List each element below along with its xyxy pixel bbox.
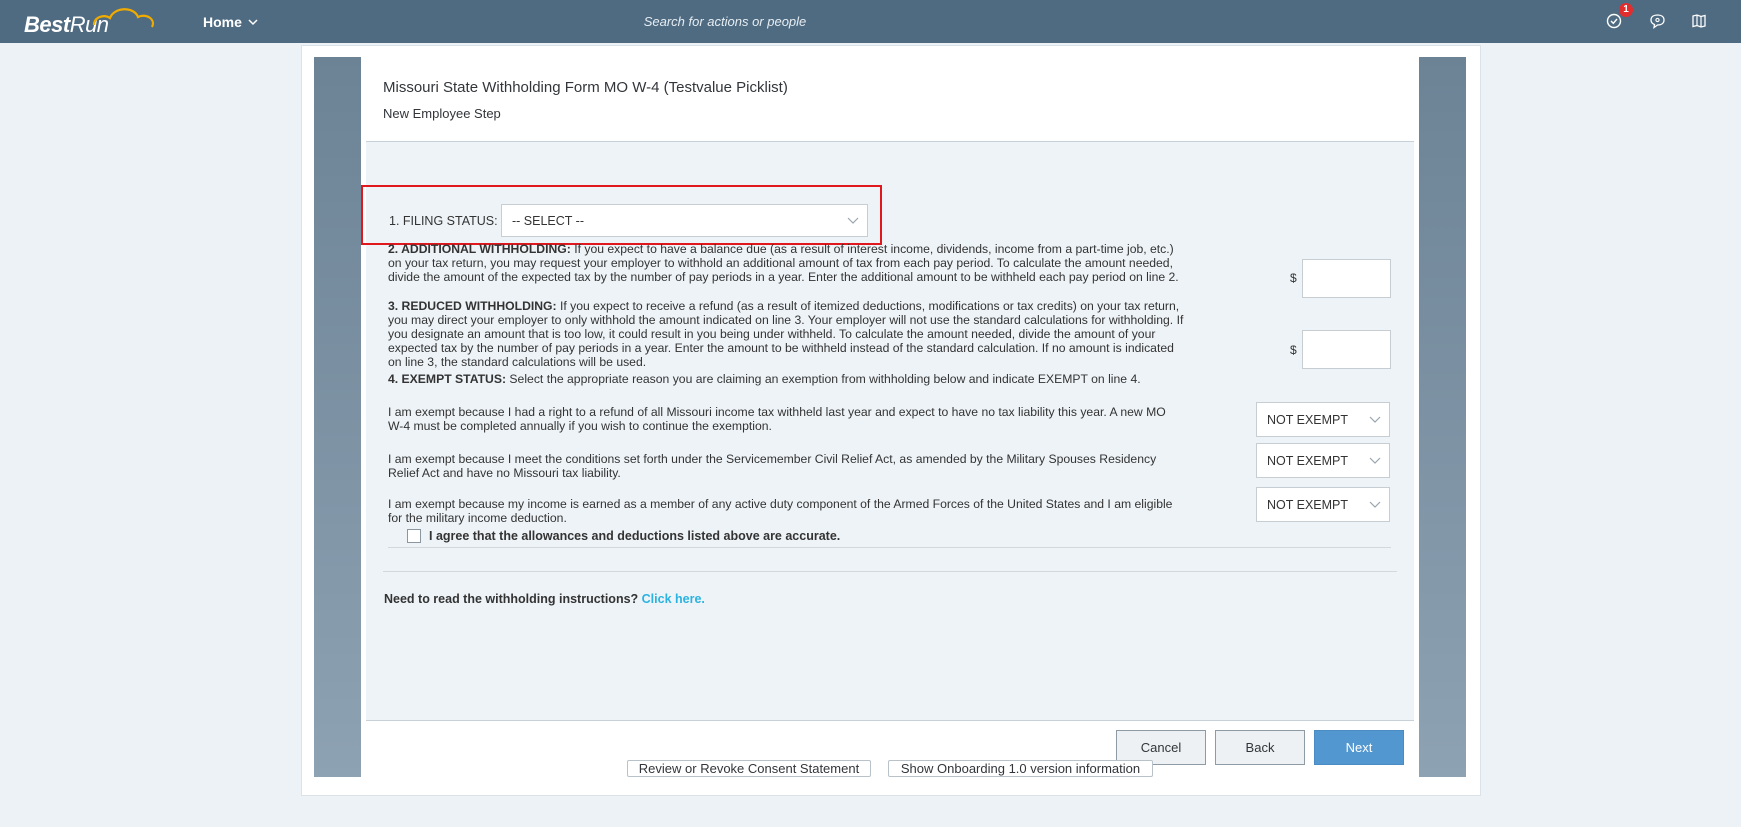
exemption-1-select[interactable]: NOT EXEMPT xyxy=(1256,402,1390,437)
instructions-question: Need to read the withholding instruction… xyxy=(384,592,639,606)
divider xyxy=(366,720,1414,721)
search-input[interactable]: Search for actions or people xyxy=(600,8,850,34)
home-menu[interactable]: Home xyxy=(203,11,258,33)
divider xyxy=(383,571,1397,572)
exemption-2-select[interactable]: NOT EXEMPT xyxy=(1256,443,1390,478)
filing-status-select[interactable]: -- SELECT -- xyxy=(501,204,868,237)
filing-status-label: 1. FILING STATUS: xyxy=(389,214,498,228)
currency-symbol: $ xyxy=(1290,343,1297,357)
filing-status-value: -- SELECT -- xyxy=(512,213,584,228)
chevron-down-icon xyxy=(1369,416,1381,423)
reduced-withholding-input[interactable] xyxy=(1302,330,1391,369)
exemption-1-value: NOT EXEMPT xyxy=(1267,412,1349,427)
agree-label: I agree that the allowances and deductio… xyxy=(429,529,841,543)
chevron-down-icon xyxy=(1369,501,1381,508)
check-circle-icon xyxy=(1606,13,1622,29)
exemption-reason-2: I am exempt because I meet the condition… xyxy=(388,452,1157,480)
additional-withholding-text: 2. ADDITIONAL WITHHOLDING: If you expect… xyxy=(388,242,1179,284)
reduced-withholding-text: 3. REDUCED WITHHOLDING: If you expect to… xyxy=(388,299,1184,369)
next-button[interactable]: Next xyxy=(1314,730,1404,765)
back-button[interactable]: Back xyxy=(1215,730,1305,765)
instructions-text: Need to read the withholding instruction… xyxy=(384,592,705,606)
exemption-3-select[interactable]: NOT EXEMPT xyxy=(1256,487,1390,522)
instructions-link[interactable]: Click here. xyxy=(642,592,705,606)
shell-bar: BestRun Home Search for actions or peopl… xyxy=(0,0,1741,43)
exemption-2-value: NOT EXEMPT xyxy=(1267,453,1349,468)
additional-withholding-input[interactable] xyxy=(1302,259,1391,298)
currency-symbol: $ xyxy=(1290,271,1297,285)
home-menu-label: Home xyxy=(203,14,242,30)
chevron-down-icon xyxy=(847,217,859,224)
chevron-down-icon xyxy=(1369,457,1381,464)
agree-checkbox[interactable] xyxy=(407,529,421,543)
divider xyxy=(366,141,1414,142)
form-title: Missouri State Withholding Form MO W-4 (… xyxy=(383,79,788,96)
exemption-reason-1: I am exempt because I had a right to a r… xyxy=(388,405,1166,433)
chat-icon xyxy=(1649,14,1665,29)
cloud-icon xyxy=(92,8,154,28)
guide-button[interactable] xyxy=(1689,11,1709,31)
chevron-down-icon xyxy=(248,18,258,25)
map-book-icon xyxy=(1692,14,1706,28)
divider xyxy=(388,547,1391,548)
search-placeholder: Search for actions or people xyxy=(643,13,807,29)
form-subtitle: New Employee Step xyxy=(383,106,501,121)
exemption-reason-3: I am exempt because my income is earned … xyxy=(388,497,1173,525)
chat-button[interactable] xyxy=(1647,11,1667,31)
exemption-3-value: NOT EXEMPT xyxy=(1267,497,1349,512)
notification-badge: 1 xyxy=(1619,3,1633,17)
version-info-link[interactable]: Show Onboarding 1.0 version information xyxy=(888,760,1153,777)
exempt-status-text: 4. EXEMPT STATUS: Select the appropriate… xyxy=(388,372,1141,386)
consent-statement-link[interactable]: Review or Revoke Consent Statement xyxy=(627,760,871,777)
